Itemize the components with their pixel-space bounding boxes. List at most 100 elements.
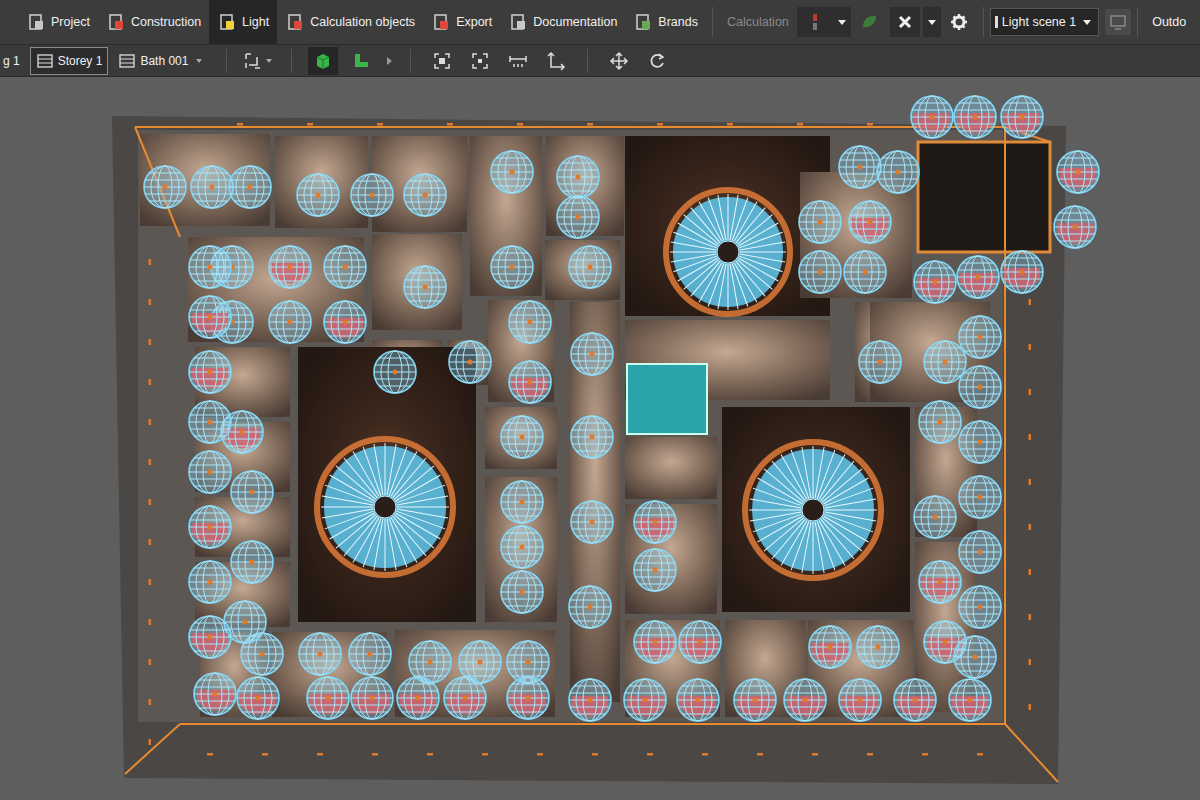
room[interactable] bbox=[625, 504, 717, 614]
ring-luminaire[interactable] bbox=[745, 442, 881, 578]
room[interactable] bbox=[485, 407, 557, 469]
luminaire[interactable] bbox=[231, 541, 273, 583]
luminaire[interactable] bbox=[839, 679, 881, 721]
luminaire[interactable] bbox=[194, 673, 236, 715]
luminaire[interactable] bbox=[351, 677, 393, 719]
luminaire[interactable] bbox=[914, 496, 956, 538]
luminaire[interactable] bbox=[959, 531, 1001, 573]
toolbar-tab[interactable]: Project bbox=[18, 0, 98, 44]
luminaire[interactable] bbox=[634, 621, 676, 663]
room[interactable] bbox=[470, 136, 542, 296]
breadcrumb[interactable]: Storey 1 bbox=[30, 47, 109, 75]
luminaire[interactable] bbox=[229, 166, 271, 208]
luminaire[interactable] bbox=[1001, 96, 1043, 138]
luminaire[interactable] bbox=[509, 301, 551, 343]
dropdown-arrow-icon[interactable] bbox=[923, 7, 941, 37]
luminaire[interactable] bbox=[404, 266, 446, 308]
toolbar-tab[interactable]: Light bbox=[209, 0, 277, 44]
gear-icon[interactable] bbox=[944, 7, 974, 37]
measure-button[interactable] bbox=[503, 47, 533, 75]
luminaire[interactable] bbox=[491, 246, 533, 288]
luminaire[interactable] bbox=[189, 246, 231, 288]
luminaire[interactable] bbox=[297, 174, 339, 216]
room[interactable] bbox=[485, 477, 557, 622]
luminaire[interactable] bbox=[957, 256, 999, 298]
toolbar-tab[interactable]: Outdo bbox=[1144, 0, 1190, 44]
luminaire[interactable] bbox=[877, 151, 919, 193]
luminaire[interactable] bbox=[924, 341, 966, 383]
luminaire[interactable] bbox=[844, 251, 886, 293]
luminaire[interactable] bbox=[1057, 151, 1099, 193]
luminaire[interactable] bbox=[799, 251, 841, 293]
toolbar-tab[interactable]: Brands bbox=[625, 0, 706, 44]
luminaire[interactable] bbox=[809, 626, 851, 668]
toolbar-tab[interactable]: Documentation bbox=[500, 0, 625, 44]
luminaire[interactable] bbox=[569, 679, 611, 721]
luminaire[interactable] bbox=[569, 246, 611, 288]
luminaire[interactable] bbox=[954, 636, 996, 678]
luminaire[interactable] bbox=[189, 616, 231, 658]
room[interactable] bbox=[722, 407, 910, 612]
luminaire[interactable] bbox=[954, 96, 996, 138]
luminaire[interactable] bbox=[404, 174, 446, 216]
ring-luminaire[interactable] bbox=[317, 439, 453, 575]
luminaire[interactable] bbox=[189, 296, 231, 338]
luminaire[interactable] bbox=[1054, 206, 1096, 248]
luminaire[interactable] bbox=[784, 679, 826, 721]
luminaire[interactable] bbox=[634, 549, 676, 591]
room[interactable] bbox=[140, 134, 270, 226]
luminaire[interactable] bbox=[449, 341, 491, 383]
luminaire[interactable] bbox=[491, 151, 533, 193]
breadcrumb[interactable]: g 1 bbox=[0, 47, 26, 75]
luminaire[interactable] bbox=[231, 471, 273, 513]
leaf-icon[interactable] bbox=[854, 7, 884, 37]
luminaire[interactable] bbox=[959, 366, 1001, 408]
pool[interactable] bbox=[627, 364, 707, 434]
luminaire[interactable] bbox=[507, 677, 549, 719]
luminaire[interactable] bbox=[444, 677, 486, 719]
luminaire[interactable] bbox=[679, 621, 721, 663]
luminaire[interactable] bbox=[919, 561, 961, 603]
luminaire[interactable] bbox=[501, 481, 543, 523]
luminaire[interactable] bbox=[919, 401, 961, 443]
luminaire[interactable] bbox=[191, 166, 233, 208]
luminaire[interactable] bbox=[189, 451, 231, 493]
toolbar-tab[interactable]: Calculation objects bbox=[277, 0, 423, 44]
room[interactable] bbox=[488, 300, 554, 402]
luminaire[interactable] bbox=[894, 679, 936, 721]
room[interactable] bbox=[395, 630, 555, 717]
selection-tool[interactable] bbox=[243, 47, 275, 75]
luminaire[interactable] bbox=[269, 246, 311, 288]
luminaire[interactable] bbox=[839, 146, 881, 188]
calculation-button[interactable]: Calculation bbox=[719, 15, 797, 29]
luminaire[interactable] bbox=[189, 401, 231, 443]
luminaire[interactable] bbox=[189, 506, 231, 548]
expand-arrow-icon[interactable] bbox=[382, 51, 396, 71]
luminaire[interactable] bbox=[859, 341, 901, 383]
luminaire[interactable] bbox=[237, 677, 279, 719]
luminaire[interactable] bbox=[634, 501, 676, 543]
room[interactable] bbox=[570, 302, 620, 702]
floor-plan[interactable] bbox=[0, 77, 1200, 800]
rotate-button[interactable] bbox=[642, 47, 672, 75]
room[interactable] bbox=[625, 620, 720, 717]
luminaire[interactable] bbox=[571, 501, 613, 543]
calculation-state-button[interactable] bbox=[797, 7, 833, 37]
luminaire[interactable] bbox=[959, 586, 1001, 628]
close-icon[interactable] bbox=[890, 7, 920, 37]
light-scene-dropdown[interactable]: Light scene 1 bbox=[990, 8, 1099, 36]
luminaire[interactable] bbox=[299, 633, 341, 675]
luminaire[interactable] bbox=[571, 333, 613, 375]
breadcrumb[interactable]: Bath 001 bbox=[112, 47, 212, 75]
room[interactable] bbox=[372, 234, 462, 330]
luminaire[interactable] bbox=[734, 679, 776, 721]
luminaire[interactable] bbox=[557, 156, 599, 198]
luminaire[interactable] bbox=[189, 561, 231, 603]
luminaire[interactable] bbox=[189, 351, 231, 393]
3d-viewport[interactable] bbox=[0, 77, 1200, 800]
luminaire[interactable] bbox=[959, 421, 1001, 463]
zoom-all-button[interactable] bbox=[465, 47, 495, 75]
move-button[interactable] bbox=[604, 47, 634, 75]
luminaire[interactable] bbox=[144, 166, 186, 208]
dimension-button[interactable] bbox=[541, 47, 571, 75]
